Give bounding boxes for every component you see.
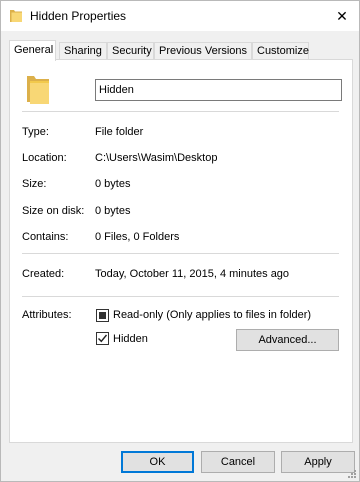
general-panel: Type: File folder Location: C:\Users\Was…: [9, 59, 353, 443]
created-value: Today, October 11, 2015, 4 minutes ago: [95, 268, 290, 280]
attributes-label: Attributes:: [22, 309, 72, 321]
close-icon: ✕: [336, 7, 348, 24]
hidden-checkbox[interactable]: [96, 332, 109, 345]
location-label: Location:: [22, 152, 67, 164]
contains-label: Contains:: [22, 231, 69, 243]
advanced-button[interactable]: Advanced...: [236, 329, 339, 351]
tab-previous-versions[interactable]: Previous Versions: [154, 42, 252, 60]
cancel-button[interactable]: Cancel: [201, 451, 275, 473]
size-value: 0 bytes: [95, 178, 131, 190]
folder-icon: [10, 10, 22, 22]
close-button[interactable]: ✕: [327, 1, 357, 31]
resize-grip-icon[interactable]: [347, 469, 357, 479]
checkmark-icon: [98, 334, 108, 343]
location-value: C:\Users\Wasim\Desktop: [95, 152, 218, 164]
title-bar[interactable]: Hidden Properties ✕: [1, 1, 359, 31]
window-title: Hidden Properties: [30, 9, 127, 23]
separator: [22, 253, 339, 254]
hidden-label[interactable]: Hidden: [113, 333, 148, 345]
size-label: Size:: [22, 178, 47, 190]
type-label: Type:: [22, 126, 49, 138]
apply-button[interactable]: Apply: [281, 451, 355, 473]
size-on-disk-label: Size on disk:: [22, 205, 85, 217]
readonly-label[interactable]: Read-only (Only applies to files in fold…: [113, 309, 311, 321]
properties-dialog: Hidden Properties ✕ General Sharing Secu…: [0, 0, 360, 482]
readonly-checkbox[interactable]: [96, 309, 109, 322]
tab-customize[interactable]: Customize: [252, 42, 309, 60]
tab-sharing[interactable]: Sharing: [59, 42, 107, 60]
type-value: File folder: [95, 126, 144, 138]
folder-icon: [27, 76, 49, 104]
size-on-disk-value: 0 bytes: [95, 205, 131, 217]
ok-button[interactable]: OK: [121, 451, 194, 473]
created-label: Created:: [22, 268, 65, 280]
folder-name-field[interactable]: [95, 79, 342, 101]
tab-security[interactable]: Security: [107, 42, 154, 60]
tab-general[interactable]: General: [9, 40, 56, 61]
separator: [22, 111, 339, 112]
contains-value: 0 Files, 0 Folders: [95, 231, 180, 243]
separator: [22, 296, 339, 297]
